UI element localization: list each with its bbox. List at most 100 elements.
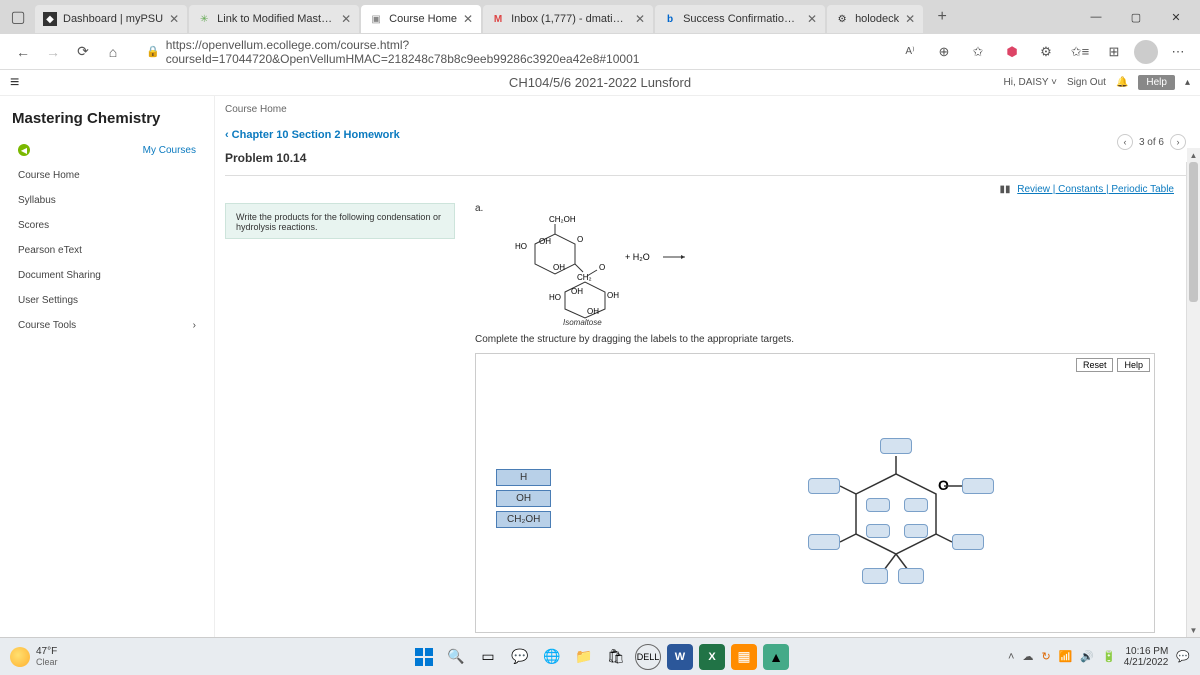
greeting[interactable]: Hi, DAISY ˅ <box>1004 77 1057 88</box>
start-button[interactable] <box>411 644 437 670</box>
tab-course-home[interactable]: ▣Course Home✕ <box>361 5 481 33</box>
notifications-icon[interactable]: 🔔 <box>1116 77 1128 88</box>
breadcrumb[interactable]: Course Home <box>215 100 1200 119</box>
reset-button[interactable]: Reset <box>1076 358 1114 372</box>
sidebar-item-my-courses[interactable]: My Courses <box>0 137 214 163</box>
instruction-text: Complete the structure by dragging the l… <box>475 334 1180 345</box>
temperature: 47°F <box>36 646 58 657</box>
explorer-icon[interactable]: 📁 <box>571 644 597 670</box>
sync-icon[interactable]: ⬢ <box>998 38 1026 66</box>
excel-icon[interactable]: X <box>699 644 725 670</box>
drag-label-h[interactable]: H <box>496 469 551 486</box>
close-icon[interactable]: ✕ <box>635 12 645 26</box>
sidebar-item-etext[interactable]: Pearson eText <box>0 238 214 263</box>
refresh-button[interactable]: ⟳ <box>68 37 98 67</box>
drop-slot[interactable] <box>866 524 890 538</box>
drop-slot[interactable] <box>880 438 912 454</box>
sidebar-item-course-home[interactable]: Course Home <box>0 163 214 188</box>
tab-actions-button[interactable]: ▢ <box>4 3 32 31</box>
taskbar-center: 🔍 ▭ 💬 🌐 📁 🛍 DELL W X ▦ ▲ <box>411 644 789 670</box>
zoom-button[interactable]: ⊕ <box>930 38 958 66</box>
tab-title: Dashboard | myPSU <box>63 13 163 25</box>
close-icon[interactable]: ✕ <box>905 12 915 26</box>
clock[interactable]: 10:16 PM 4/21/2022 <box>1124 646 1169 668</box>
review-constants-link[interactable]: Review | Constants | Periodic Table <box>1017 184 1174 195</box>
weather-widget[interactable]: 47°F Clear <box>10 646 58 667</box>
tab-dashboard[interactable]: ◆ Dashboard | myPSU ✕ <box>35 5 187 33</box>
chevron-up-icon[interactable]: ˄ <box>1008 651 1014 663</box>
tab-gmail[interactable]: MInbox (1,777) - dmatias2@p✕ <box>483 5 653 33</box>
forward-button[interactable]: → <box>38 37 68 67</box>
svg-text:+ H₂O: + H₂O <box>625 252 650 262</box>
sidebar-item-document-sharing[interactable]: Document Sharing <box>0 263 214 288</box>
drop-slot[interactable] <box>898 568 924 584</box>
task-view-button[interactable]: ▭ <box>475 644 501 670</box>
scroll-thumb[interactable] <box>1189 162 1198 302</box>
store-icon[interactable]: 🛍 <box>603 644 629 670</box>
drop-slot[interactable] <box>904 498 928 512</box>
close-icon[interactable]: ✕ <box>169 12 179 26</box>
url-input[interactable]: 🔒https://openvellum.ecollege.com/course.… <box>136 38 888 66</box>
update-icon[interactable]: ↻ <box>1041 650 1050 663</box>
close-icon[interactable]: ✕ <box>807 12 817 26</box>
drag-label-oh[interactable]: OH <box>496 490 551 507</box>
extensions-button[interactable]: ⚙ <box>1032 38 1060 66</box>
drag-workspace[interactable]: Reset Help H OH CH₂OH O <box>475 353 1155 633</box>
drop-slot[interactable] <box>866 498 890 512</box>
sidebar-item-course-tools[interactable]: Course Tools› <box>0 313 214 338</box>
maximize-button[interactable]: ▢ <box>1116 2 1156 32</box>
home-button[interactable]: ⌂ <box>98 37 128 67</box>
onedrive-icon[interactable]: ☁ <box>1022 650 1033 663</box>
back-to-chapter-link[interactable]: Chapter 10 Section 2 Homework <box>225 129 1190 141</box>
volume-icon[interactable]: 🔊 <box>1080 650 1094 663</box>
notifications-button[interactable]: 💬 <box>1176 650 1190 663</box>
back-button[interactable]: ← <box>8 37 38 67</box>
drop-slot[interactable] <box>962 478 994 494</box>
minimize-button[interactable]: — <box>1076 2 1116 32</box>
menu-button[interactable]: ⋯ <box>1164 38 1192 66</box>
sidebar-item-user-settings[interactable]: User Settings <box>0 288 214 313</box>
drop-slot[interactable] <box>952 534 984 550</box>
tab-success[interactable]: bSuccess Confirmation of Qu✕ <box>655 5 825 33</box>
wifi-icon[interactable]: 📶 <box>1059 650 1073 663</box>
pause-icon[interactable]: ▮▮ <box>999 184 1010 195</box>
new-tab-button[interactable]: + <box>928 8 956 26</box>
close-icon[interactable]: ✕ <box>341 12 351 26</box>
chat-button[interactable]: 💬 <box>507 644 533 670</box>
tab-holodeck[interactable]: ⚙holodeck✕ <box>827 5 923 33</box>
sidebar-item-scores[interactable]: Scores <box>0 213 214 238</box>
collapse-icon[interactable]: ▴ <box>1185 77 1190 88</box>
menu-toggle[interactable]: ≡ <box>10 74 19 92</box>
next-problem-button[interactable]: › <box>1170 134 1186 150</box>
read-aloud-button[interactable]: A⁾ <box>896 38 924 66</box>
favorites-bar-button[interactable]: ✩≡ <box>1066 38 1094 66</box>
help-button-ws[interactable]: Help <box>1117 358 1150 372</box>
scroll-up-icon[interactable]: ▲ <box>1187 148 1200 162</box>
favicon: ◆ <box>43 12 57 26</box>
drop-slot[interactable] <box>862 568 888 584</box>
profile-icon[interactable] <box>1134 40 1158 64</box>
vertical-scrollbar[interactable]: ▲ ▼ <box>1186 162 1200 637</box>
collections-button[interactable]: ⊞ <box>1100 38 1128 66</box>
battery-icon[interactable]: 🔋 <box>1102 650 1116 663</box>
edge-icon[interactable]: 🌐 <box>539 644 565 670</box>
close-icon[interactable]: ✕ <box>463 12 473 26</box>
favorite-button[interactable]: ✩ <box>964 38 992 66</box>
drop-slot[interactable] <box>808 478 840 494</box>
help-button[interactable]: Help <box>1138 75 1175 90</box>
app-icon[interactable]: ▲ <box>763 644 789 670</box>
sidebar-item-syllabus[interactable]: Syllabus <box>0 188 214 213</box>
drop-slot[interactable] <box>808 534 840 550</box>
svg-text:OH: OH <box>587 307 599 316</box>
drag-label-ch2oh[interactable]: CH₂OH <box>496 511 551 528</box>
scroll-down-icon[interactable]: ▼ <box>1187 623 1200 637</box>
close-window-button[interactable]: ✕ <box>1156 2 1196 32</box>
tab-mastering-link[interactable]: ✳Link to Modified Mastering✕ <box>189 5 359 33</box>
word-icon[interactable]: W <box>667 644 693 670</box>
calculator-icon[interactable]: ▦ <box>731 644 757 670</box>
search-button[interactable]: 🔍 <box>443 644 469 670</box>
prev-problem-button[interactable]: ‹ <box>1117 134 1133 150</box>
drop-slot[interactable] <box>904 524 928 538</box>
dell-icon[interactable]: DELL <box>635 644 661 670</box>
signout-link[interactable]: Sign Out <box>1067 77 1106 88</box>
